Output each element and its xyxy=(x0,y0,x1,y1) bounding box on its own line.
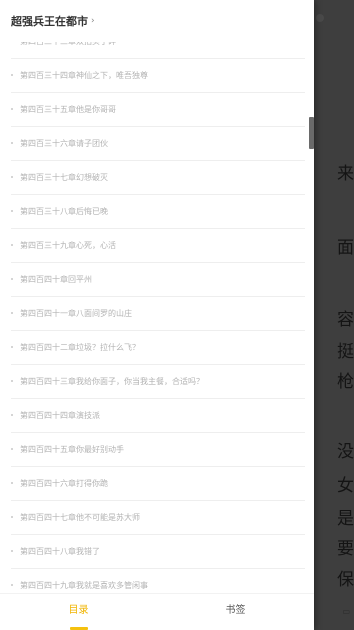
reader-text-fragment: 女 xyxy=(337,476,354,496)
chapter-title: 第四百四十二章垃圾？拉什么飞？ xyxy=(20,343,140,352)
chapter-item[interactable]: 第四百四十四章演技派 xyxy=(11,399,305,433)
chapter-title: 第四百四十六章打得你跪 xyxy=(20,479,108,488)
chapter-item[interactable]: 第四百三十五章他是你哥哥 xyxy=(11,93,305,127)
chapter-dot-icon xyxy=(11,74,13,76)
tab-catalog[interactable]: 目录 xyxy=(0,594,157,630)
chapter-item[interactable]: 第四百三十六章请子团伙 xyxy=(11,127,305,161)
chapter-item[interactable]: 第四百四十八章我错了 xyxy=(11,535,305,569)
chapter-item[interactable]: 第四百四十五章你最好别动手 xyxy=(11,433,305,467)
chapter-title: 第四百四十章回平州 xyxy=(20,275,92,284)
chapter-title: 第四百四十七章他不可能是苏大师 xyxy=(20,513,140,522)
battery-icon: ▭ xyxy=(342,607,350,616)
chapter-list[interactable]: 第四百三十三章双拍买了碎第四百三十四章神仙之下，唯吾独尊第四百三十五章他是你哥哥… xyxy=(0,42,314,594)
chapter-dot-icon xyxy=(11,448,13,450)
toc-drawer: 超强兵王在都市 › 第四百三十三章双拍买了碎第四百三十四章神仙之下，唯吾独尊第四… xyxy=(0,0,314,630)
chapter-dot-icon xyxy=(11,584,13,586)
chapter-item[interactable]: 第四百四十九章我就是喜欢多管闲事 xyxy=(11,569,305,594)
tab-catalog-label: 目录 xyxy=(68,605,89,616)
chapter-title: 第四百四十九章我就是喜欢多管闲事 xyxy=(20,581,148,590)
chapter-dot-icon xyxy=(11,312,13,314)
book-title: 超强兵王在都市 xyxy=(11,15,88,28)
chapter-dot-icon xyxy=(11,516,13,518)
chapter-title: 第四百三十七章幻想破灭 xyxy=(20,173,108,182)
chapter-dot-icon xyxy=(11,482,13,484)
drawer-tabbar: 目录 书签 xyxy=(0,593,314,630)
reader-text-fragment: 是 xyxy=(337,509,354,529)
chapter-title: 第四百三十九章心死，心活 xyxy=(20,241,116,250)
reader-text-fragment: 来 xyxy=(337,164,354,184)
drawer-header[interactable]: 超强兵王在都市 › xyxy=(0,0,314,42)
chapter-dot-icon xyxy=(11,210,13,212)
chapter-item[interactable]: 第四百四十三章我给你面子，你当我主餐，合适吗？ xyxy=(11,365,305,399)
chapter-dot-icon xyxy=(11,414,13,416)
scrollbar-thumb[interactable] xyxy=(309,117,314,149)
tab-bookmarks[interactable]: 书签 xyxy=(157,594,314,630)
chapter-dot-icon xyxy=(11,278,13,280)
chapter-title: 第四百三十六章请子团伙 xyxy=(20,139,108,148)
reader-indicator xyxy=(316,14,324,22)
chapter-item[interactable]: 第四百四十章回平州 xyxy=(11,263,305,297)
chapter-title: 第四百三十四章神仙之下，唯吾独尊 xyxy=(20,71,148,80)
reader-text-fragment: 没 xyxy=(337,442,354,462)
chapter-item[interactable]: 第四百四十七章他不可能是苏大师 xyxy=(11,501,305,535)
chapter-title: 第四百四十三章我给你面子，你当我主餐，合适吗？ xyxy=(20,377,204,386)
chapter-dot-icon xyxy=(11,176,13,178)
chapter-dot-icon xyxy=(11,550,13,552)
chapter-title: 第四百四十五章你最好别动手 xyxy=(20,445,124,454)
reader-text-fragment: 要 xyxy=(337,539,354,559)
chapter-item[interactable]: 第四百三十八章后悔已晚 xyxy=(11,195,305,229)
chevron-right-icon: › xyxy=(91,16,95,26)
chapter-dot-icon xyxy=(11,108,13,110)
chapter-item[interactable]: 第四百三十三章双拍买了碎 xyxy=(11,42,305,59)
reader-text-fragment: 枪 xyxy=(337,372,354,392)
reader-text-fragment: 挺 xyxy=(337,342,354,362)
chapter-dot-icon xyxy=(11,244,13,246)
reader-text-fragment: 保 xyxy=(337,570,354,590)
chapter-item[interactable]: 第四百四十六章打得你跪 xyxy=(11,467,305,501)
chapter-title: 第四百三十三章双拍买了碎 xyxy=(20,42,116,46)
chapter-item[interactable]: 第四百三十七章幻想破灭 xyxy=(11,161,305,195)
chapter-title: 第四百三十五章他是你哥哥 xyxy=(20,105,116,114)
chapter-item[interactable]: 第四百四十一章八面间罗的山庄 xyxy=(11,297,305,331)
chapter-dot-icon xyxy=(11,142,13,144)
chapter-title: 第四百三十八章后悔已晚 xyxy=(20,207,108,216)
chapter-dot-icon xyxy=(11,346,13,348)
chapter-item[interactable]: 第四百三十九章心死，心活 xyxy=(11,229,305,263)
chapter-item[interactable]: 第四百三十四章神仙之下，唯吾独尊 xyxy=(11,59,305,93)
chapter-title: 第四百四十一章八面间罗的山庄 xyxy=(20,309,132,318)
chapter-dot-icon xyxy=(11,380,13,382)
chapter-title: 第四百四十八章我错了 xyxy=(20,547,100,556)
reader-text-fragment: 面 xyxy=(337,238,354,258)
chapter-title: 第四百四十四章演技派 xyxy=(20,411,100,420)
reader-text-fragment: 容 xyxy=(337,310,354,330)
chapter-item[interactable]: 第四百四十二章垃圾？拉什么飞？ xyxy=(11,331,305,365)
tab-bookmarks-label: 书签 xyxy=(225,605,246,616)
